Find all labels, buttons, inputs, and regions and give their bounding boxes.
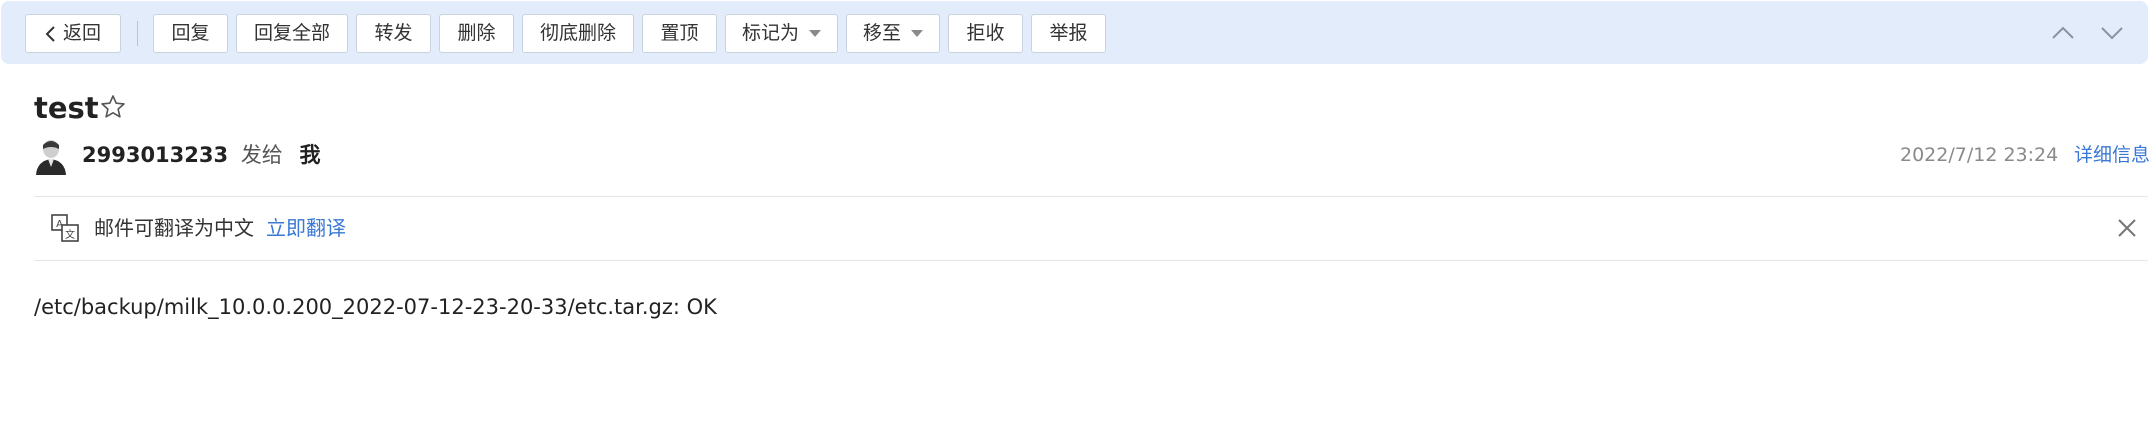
forward-button-label: 转发 bbox=[374, 22, 413, 44]
chevron-down-icon[interactable] bbox=[2097, 18, 2127, 48]
translate-icon: A 文 bbox=[51, 214, 79, 242]
permanent-delete-button[interactable]: 彻底删除 bbox=[522, 14, 634, 53]
reject-button[interactable]: 拒收 bbox=[948, 14, 1023, 53]
close-icon[interactable] bbox=[2114, 215, 2140, 241]
back-button[interactable]: 返回 bbox=[25, 14, 121, 53]
delete-button[interactable]: 删除 bbox=[439, 14, 514, 53]
sender-name[interactable]: 2993013233 bbox=[82, 143, 228, 167]
email-body: /etc/backup/milk_10.0.0.200_2022-07-12-2… bbox=[34, 295, 717, 319]
pin-button[interactable]: 置顶 bbox=[642, 14, 717, 53]
forward-button[interactable]: 转发 bbox=[356, 14, 431, 53]
permanent-delete-button-label: 彻底删除 bbox=[539, 22, 616, 44]
chevron-up-icon[interactable] bbox=[2048, 18, 2078, 48]
header-divider bbox=[34, 196, 2148, 197]
caret-down-icon bbox=[911, 30, 923, 37]
move-to-dropdown[interactable]: 移至 bbox=[846, 14, 940, 53]
caret-down-icon bbox=[809, 30, 821, 37]
mark-as-label: 标记为 bbox=[741, 22, 799, 44]
reply-button[interactable]: 回复 bbox=[153, 14, 228, 53]
reject-button-label: 拒收 bbox=[966, 22, 1005, 44]
translate-divider bbox=[34, 260, 2148, 261]
report-button-label: 举报 bbox=[1049, 22, 1088, 44]
toolbar-separator bbox=[137, 21, 138, 46]
email-subject: test bbox=[34, 91, 99, 125]
user-avatar[interactable] bbox=[34, 137, 68, 175]
report-button[interactable]: 举报 bbox=[1031, 14, 1106, 53]
svg-text:文: 文 bbox=[65, 228, 75, 241]
sent-to-text: 发给 bbox=[240, 143, 283, 167]
delete-button-label: 删除 bbox=[457, 22, 496, 44]
star-outline-icon[interactable] bbox=[99, 93, 127, 121]
chevron-left-icon bbox=[45, 25, 55, 42]
toolbar: 返回 回复 回复全部 转发 删除 彻底删除 置顶 标记为 移至 拒收 举报 bbox=[1, 1, 2148, 64]
pin-button-label: 置顶 bbox=[660, 22, 699, 44]
mark-as-dropdown[interactable]: 标记为 bbox=[725, 14, 838, 53]
email-date: 2022/7/12 23:24 bbox=[1900, 144, 2059, 166]
recipient-name[interactable]: 我 bbox=[300, 143, 321, 167]
translate-message: 邮件可翻译为中文 bbox=[94, 216, 254, 240]
details-link[interactable]: 详细信息 bbox=[2074, 140, 2150, 170]
reply-button-label: 回复 bbox=[171, 22, 210, 44]
move-to-label: 移至 bbox=[862, 22, 901, 44]
sender-line: 2993013233 发给 我 bbox=[82, 140, 321, 170]
reply-all-button-label: 回复全部 bbox=[253, 22, 330, 44]
back-button-label: 返回 bbox=[62, 22, 101, 44]
translate-now-link[interactable]: 立即翻译 bbox=[266, 213, 346, 243]
reply-all-button[interactable]: 回复全部 bbox=[236, 14, 348, 53]
